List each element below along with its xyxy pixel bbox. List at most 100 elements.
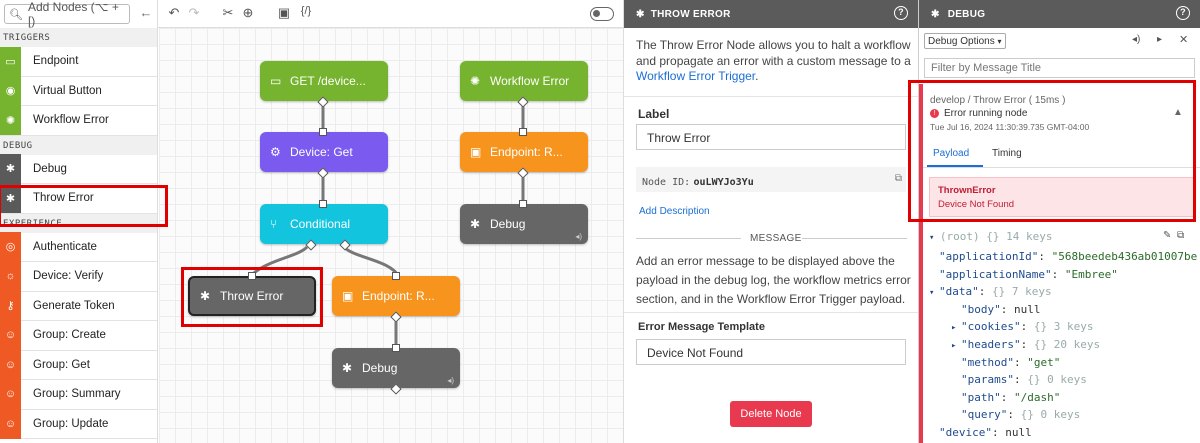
- payload-value: null: [1014, 302, 1041, 316]
- palette-item-authenticate[interactable]: ◎ Authenticate: [0, 232, 157, 262]
- palette-item-debug[interactable]: ✱ Debug: [0, 154, 157, 184]
- node-get-endpoint[interactable]: ▭ GET /device...: [260, 61, 388, 101]
- payload-key-count: 3 keys: [1053, 320, 1094, 334]
- copy-icon[interactable]: ⧉: [895, 173, 902, 184]
- palette-list: TRIGGERS ▭ Endpoint ◉ Virtual Button ✺ Workflo…: [0, 28, 157, 439]
- node-device-get[interactable]: ⚙ Device: Get: [260, 132, 388, 172]
- add-description-link[interactable]: Add Description: [639, 206, 710, 217]
- message-description: Add an error message to be displayed abo…: [636, 254, 911, 306]
- highlight-canvas-throw-error: [181, 267, 323, 327]
- expand-toggle[interactable]: ▸: [951, 338, 961, 356]
- node-conditional[interactable]: ⑂ Conditional: [260, 204, 388, 244]
- palette-item-workflow-error[interactable]: ✺ Workflow Error: [0, 105, 157, 136]
- payload-row: "params": {} 0 keys: [961, 373, 1087, 387]
- node-debug-1[interactable]: ✱ Debug ◂): [332, 348, 460, 388]
- payload-value: "/dash": [1014, 390, 1061, 404]
- workflow-canvas[interactable]: ▭ GET /device... ⚙ Device: Get ⑂ Conditi…: [159, 28, 623, 443]
- close-icon[interactable]: ✕: [1179, 33, 1188, 46]
- palette-item-device-verify[interactable]: ☼ Device: Verify: [0, 261, 157, 292]
- payload-value: {}: [1020, 408, 1034, 422]
- cut-icon[interactable]: ✂: [220, 5, 236, 21]
- payload-row[interactable]: ▸ "headers": {} 20 keys: [929, 336, 1200, 354]
- payload-row[interactable]: ▸ "cookies": {} 3 keys: [929, 318, 1200, 336]
- palette-item-virtual-button[interactable]: ◉ Virtual Button: [0, 76, 157, 106]
- node-endpoint-reply-2[interactable]: ▣ Endpoint: R...: [460, 132, 588, 172]
- highlight-debug-entry: [908, 80, 1196, 222]
- payload-row[interactable]: ▾ "data": {} 7 keys: [929, 283, 1200, 301]
- input-port[interactable]: [519, 200, 527, 208]
- branch-icon: ⑂: [270, 217, 278, 231]
- label-input[interactable]: Throw Error: [636, 124, 906, 150]
- payload-key: "cookies": [961, 320, 1021, 334]
- palette-item-label: Virtual Button: [33, 84, 102, 97]
- endpoint-icon: ▭: [0, 46, 21, 76]
- palette-section-title: TRIGGERS: [0, 28, 157, 47]
- payload-value: "568beedeb436ab01007be: [1051, 250, 1198, 263]
- palette-item-label: Group: Update: [33, 417, 109, 430]
- comment-icon[interactable]: ▣: [276, 5, 292, 21]
- copy-icon[interactable]: ⧉: [1177, 230, 1184, 241]
- input-port[interactable]: [392, 272, 400, 280]
- input-port[interactable]: [319, 200, 327, 208]
- add-nodes-search-input[interactable]: 🔍︎ Add Nodes (⌥ + [): [4, 0, 130, 28]
- debug-options-dropdown[interactable]: Debug Options ▾: [924, 33, 1006, 49]
- root-key: (root): [939, 230, 980, 243]
- filter-input[interactable]: Filter by Message Title: [924, 58, 1195, 78]
- group-update-icon: ☺: [0, 409, 21, 439]
- node-debug-2[interactable]: ✱ Debug ◂): [460, 204, 588, 244]
- group-summary-icon: ☺: [0, 379, 21, 409]
- expand-toggle[interactable]: ▾: [929, 233, 940, 243]
- play-icon[interactable]: ▸: [1157, 34, 1162, 45]
- node-label: Conditional: [290, 217, 351, 231]
- delete-node-button[interactable]: Delete Node: [730, 401, 812, 427]
- device-icon: ⚙: [270, 145, 281, 159]
- expand-toggle[interactable]: ▾: [929, 285, 939, 303]
- zoom-icon[interactable]: ⊕: [240, 5, 256, 21]
- palette-item-label: Endpoint: [33, 55, 79, 68]
- divider: [624, 312, 919, 313]
- theme-toggle[interactable]: [590, 7, 614, 21]
- payload-row: "body": null: [961, 302, 1041, 316]
- fingerprint-icon: ◎: [0, 232, 21, 262]
- edit-icon[interactable]: ✎: [1163, 230, 1171, 241]
- debug-options-label: Debug Options: [928, 36, 995, 47]
- root-count: 14 keys: [1006, 230, 1053, 243]
- palette-item-group-update[interactable]: ☺ Group: Update: [0, 409, 157, 439]
- palette-item-group-create[interactable]: ☺ Group: Create: [0, 320, 157, 351]
- payload-value: {}: [1027, 373, 1041, 387]
- bug-icon: ✱: [0, 154, 21, 184]
- collapse-palette-icon[interactable]: ←: [138, 5, 154, 20]
- palette-item-group-get[interactable]: ☺ Group: Get: [0, 350, 157, 380]
- payload-row: "path": "/dash": [961, 390, 1061, 404]
- redo-icon[interactable]: ↷: [186, 5, 202, 21]
- code-icon[interactable]: {/}: [298, 5, 314, 17]
- expand-toggle[interactable]: ▸: [951, 320, 961, 338]
- payload-value: "Embree": [1064, 267, 1118, 281]
- help-icon[interactable]: ?: [1176, 6, 1190, 20]
- payload-key: "path": [961, 390, 1001, 404]
- payload-value: {}: [1033, 337, 1048, 351]
- undo-icon[interactable]: ↶: [166, 5, 182, 21]
- sound-icon[interactable]: ◂): [1132, 34, 1140, 45]
- payload-key-count: 0 keys: [1047, 373, 1087, 387]
- input-port[interactable]: [519, 128, 527, 136]
- node-label: Endpoint: R...: [490, 145, 563, 159]
- error-message-template-input[interactable]: Device Not Found: [636, 339, 906, 365]
- help-icon[interactable]: ?: [894, 6, 908, 20]
- payload-key: "device": [939, 425, 992, 439]
- workflow-error-trigger-link[interactable]: Workflow Error Trigger: [636, 69, 755, 83]
- payload-key: "data": [939, 285, 979, 299]
- payload-row: "device": null: [939, 425, 1032, 439]
- payload-key-count: 20 keys: [1053, 337, 1101, 351]
- input-port[interactable]: [319, 128, 327, 136]
- node-endpoint-reply-1[interactable]: ▣ Endpoint: R...: [332, 276, 460, 316]
- bug-icon: ✱: [342, 361, 353, 375]
- palette-item-generate-token[interactable]: ⚷ Generate Token: [0, 291, 157, 321]
- node-workflow-error[interactable]: ✺ Workflow Error: [460, 61, 588, 101]
- input-port[interactable]: [392, 344, 400, 352]
- payload-value: null: [1005, 425, 1032, 439]
- palette-item-group-summary[interactable]: ☺ Group: Summary: [0, 379, 157, 410]
- node-description: The Throw Error Node allows you to halt …: [636, 38, 912, 85]
- device-verify-icon: ☼: [0, 261, 21, 291]
- palette-item-endpoint[interactable]: ▭ Endpoint: [0, 46, 157, 77]
